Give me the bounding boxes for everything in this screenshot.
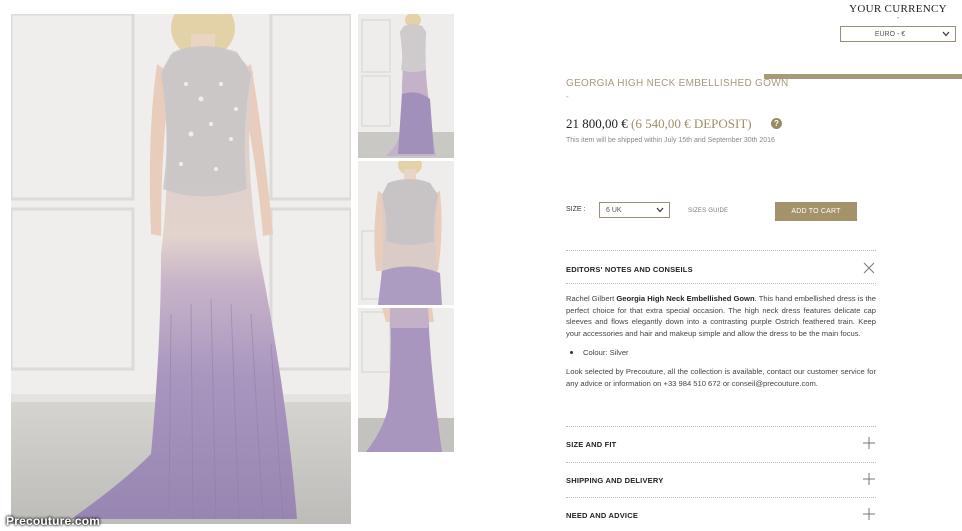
size-guide-link[interactable]: SIZES GUIDE [688,208,728,214]
divider [566,426,876,427]
colour-text: Colour: Silver [583,348,629,357]
desc-product-name: Georgia High Neck Embellished Gown [616,294,755,303]
divider [566,283,876,284]
colour-bullet: Colour: Silver [566,348,629,357]
shipping-note: This item will be shipped within July 15… [566,137,775,144]
plus-icon[interactable] [863,508,875,520]
product-title: GEORGIA HIGH NECK EMBELLISHED GOWN [566,78,789,89]
editors-notes-heading[interactable]: EDITORS' NOTES AND CONSEILS [566,265,693,274]
need-advice-heading[interactable]: NEED AND ADVICE [566,511,638,520]
thumbnail-front[interactable] [358,14,454,158]
deposit-amount: (6 540,00 € DEPOSIT) [631,116,752,131]
size-label: SIZE : [566,206,586,213]
currency-value: EURO - € [874,30,906,38]
bullet-dot-icon [570,351,573,354]
chevron-down-icon [656,207,664,213]
currency-dash: - [896,13,900,22]
thumbnail-bodice[interactable] [358,161,454,305]
product-price: 21 800,00 € [566,116,628,131]
size-select[interactable]: 6 UK [599,202,670,218]
plus-icon[interactable] [863,473,875,485]
gown-thumbnail-image [358,14,454,158]
size-and-fit-heading[interactable]: SIZE AND FIT [566,440,616,449]
divider [566,497,876,498]
plus-icon[interactable] [863,437,875,449]
close-icon[interactable] [863,262,875,274]
price-line: 21 800,00 € (6 540,00 € DEPOSIT) [566,116,752,132]
divider [566,250,876,251]
gown-main-image [11,14,351,524]
thumbnail-skirt[interactable] [358,308,454,452]
product-description: Rachel Gilbert Georgia High Neck Embelli… [566,293,876,339]
currency-select[interactable]: EURO - € [840,26,956,42]
shipping-delivery-heading[interactable]: SHIPPING AND DELIVERY [566,476,663,485]
chevron-down-icon [942,31,950,37]
gown-skirt-image [358,308,454,452]
divider [566,462,876,463]
question-icon[interactable]: ? [771,118,782,129]
watermark-text: Precouture.com [6,514,101,528]
main-product-photo[interactable] [11,14,351,524]
desc-prefix: Rachel Gilbert [566,294,617,303]
gown-detail-image [358,161,454,305]
title-dash: - [566,92,569,101]
size-value: 6 UK [606,206,622,214]
header-accent-bar [764,74,962,79]
contact-text: Look selected by Precouture, all the col… [566,367,876,388]
add-to-cart-button[interactable]: ADD TO CART [775,202,857,221]
